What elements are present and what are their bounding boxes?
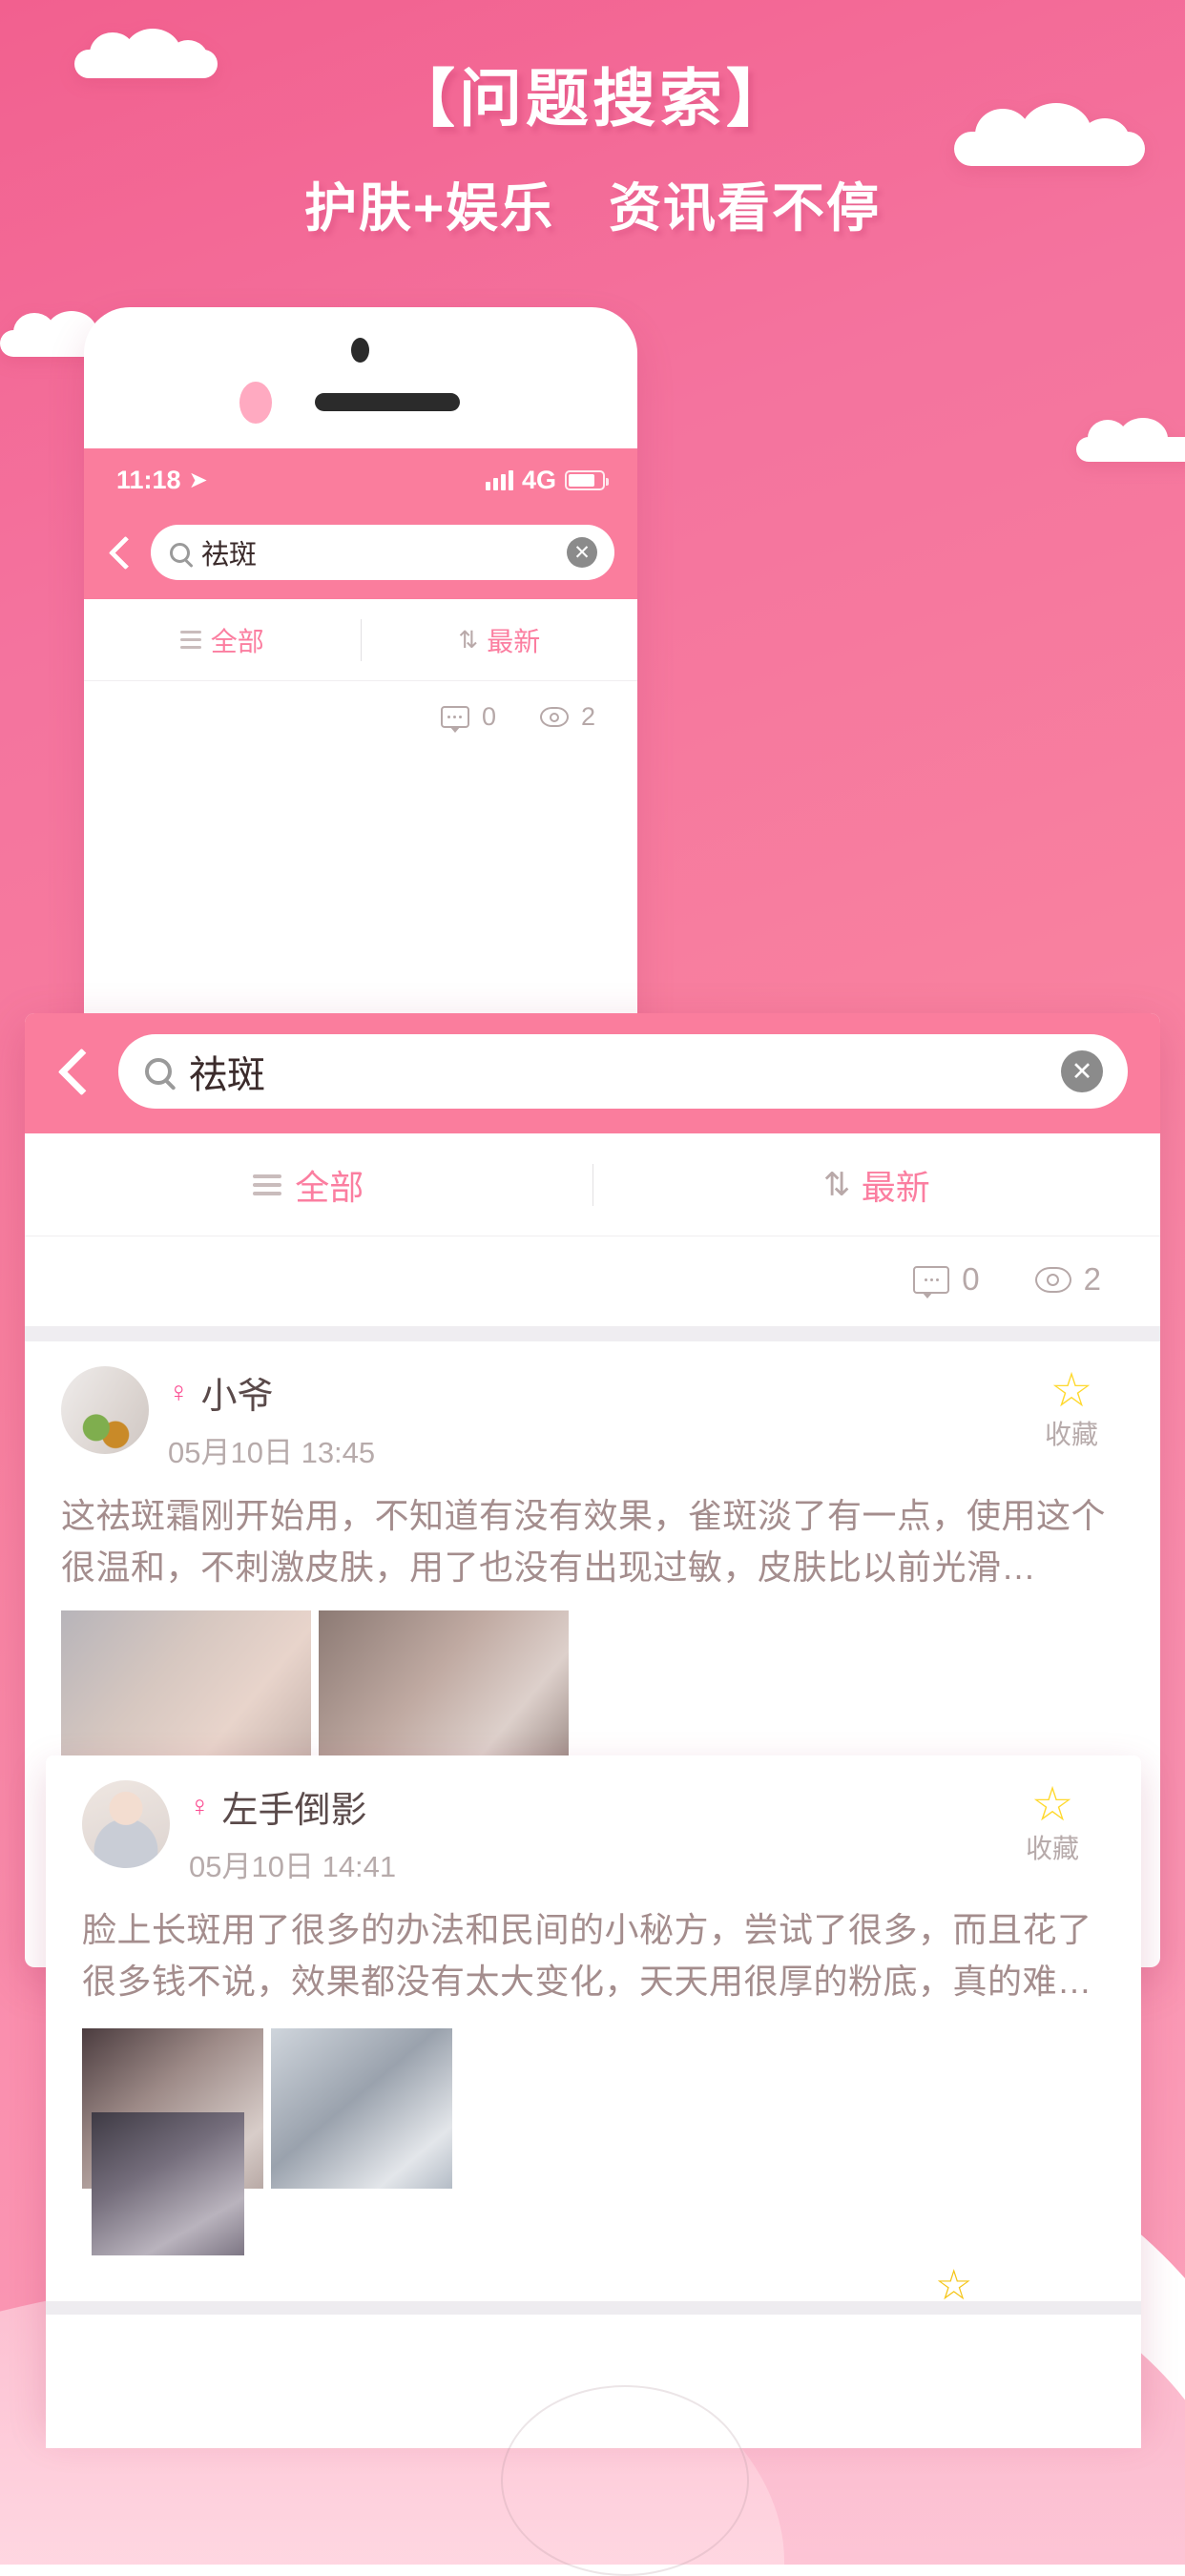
favorite-label: 收藏: [1044, 1420, 1098, 1449]
comment-count: 0: [481, 702, 496, 731]
eye-icon: [1034, 1266, 1071, 1293]
search-query-text: 祛斑: [201, 540, 258, 571]
decorative-circle: [501, 2385, 749, 2576]
post-stat-row-top: 0 2: [25, 1236, 1160, 1326]
back-chevron-icon[interactable]: [53, 1051, 94, 1091]
tab-all[interactable]: 全部: [25, 1160, 592, 1210]
post-thumbnail[interactable]: [92, 2112, 244, 2255]
clear-search-button[interactable]: ✕: [1061, 1050, 1103, 1092]
comment-count: 0: [962, 1261, 980, 1297]
post-username: 左手倒影: [221, 1791, 367, 1831]
view-count: 2: [580, 702, 595, 731]
post-header: ♀ 左手倒影 05月10日 14:41 ☆ 收藏: [82, 1780, 1105, 1885]
sensor-dot-icon: [239, 382, 272, 424]
post-meta: ♀ 小爷 05月10日 13:45: [168, 1366, 1000, 1471]
clear-search-button[interactable]: ✕: [567, 537, 597, 568]
search-icon: [170, 542, 190, 563]
avatar[interactable]: [82, 1780, 170, 1868]
tab-newest-label: 最新: [861, 1167, 930, 1207]
favorite-button[interactable]: ☆ 收藏: [1019, 1366, 1124, 1452]
view-stat: 2: [539, 702, 595, 732]
tab-newest[interactable]: ⇅ 最新: [593, 1160, 1161, 1210]
phone-top-bezel: [84, 307, 637, 448]
status-bar: 11:18 ➤ 4G: [84, 448, 637, 511]
favorite-label: 收藏: [1025, 1834, 1079, 1863]
sort-icon: ⇅: [822, 1166, 851, 1203]
tab-all-label: 全部: [295, 1167, 364, 1207]
network-label: 4G: [521, 465, 556, 494]
comment-icon: [440, 706, 469, 733]
post-thumbnails: [82, 2028, 1105, 2255]
bottom-section-divider: [46, 2301, 1141, 2315]
comment-stat: 0: [440, 702, 496, 733]
tab-newest[interactable]: ⇅ 最新: [362, 621, 638, 659]
search-input[interactable]: 祛斑 ✕: [118, 1034, 1128, 1109]
post-date: 05月10日 13:45: [168, 1436, 376, 1469]
page-title: 【问题搜索】: [392, 63, 793, 134]
post-date: 05月10日 14:41: [189, 1850, 397, 1883]
female-icon: ♀: [189, 1790, 211, 1822]
post-thumbnail[interactable]: [61, 1610, 311, 1763]
post-thumbnail[interactable]: [319, 1610, 569, 1763]
post-username: 小爷: [200, 1377, 274, 1417]
star-icon: ☆: [1050, 1363, 1093, 1417]
post-thumbnails: [61, 1610, 1124, 1763]
star-icon: ☆: [935, 2262, 973, 2309]
post-header: ♀ 小爷 05月10日 13:45 ☆ 收藏: [61, 1366, 1124, 1471]
page-subtitle: 护肤+娱乐 资讯看不停: [303, 177, 882, 238]
post-body: 脸上长斑用了很多的办法和民间的小秘方，尝试了很多，而且花了很多钱不说，效果都没有…: [82, 1910, 1092, 2001]
search-icon: [145, 1058, 172, 1085]
female-icon: ♀: [168, 1376, 190, 1408]
tab-all[interactable]: 全部: [84, 621, 361, 659]
battery-icon: [565, 469, 609, 490]
sort-icon: ⇅: [458, 626, 479, 654]
view-stat: 2: [1034, 1261, 1101, 1298]
list-icon: [179, 631, 201, 649]
phone-stat-row: 0 2: [84, 681, 637, 755]
eye-icon: [539, 707, 569, 727]
list-item[interactable]: ♀ 小爷 05月10日 13:45 ☆ 收藏 这祛斑霜刚开始用，不知道有没有效果…: [25, 1341, 1160, 1763]
search-input[interactable]: 祛斑 ✕: [151, 525, 614, 580]
avatar[interactable]: [61, 1366, 149, 1454]
filter-tabs: 全部 ⇅ 最新: [84, 599, 637, 681]
location-arrow-icon: ➤: [188, 467, 208, 493]
search-query-text: 祛斑: [189, 1054, 265, 1096]
favorite-button[interactable]: ☆ 收藏: [1000, 1780, 1105, 1866]
earpiece-speaker: [315, 393, 460, 411]
post-username-row: ♀ 左手倒影: [189, 1780, 981, 1833]
list-icon: [253, 1174, 282, 1195]
status-time: 11:18: [116, 465, 181, 494]
post-thumbnail[interactable]: [271, 2028, 452, 2189]
comment-stat: 0: [913, 1261, 980, 1298]
view-count: 2: [1083, 1261, 1101, 1297]
tab-all-label: 全部: [210, 626, 264, 656]
status-bar-left: 11:18 ➤: [116, 466, 208, 495]
filter-tabs: 全部 ⇅ 最新: [25, 1133, 1160, 1236]
cloud-icon-mid-right: [1076, 418, 1185, 462]
search-bar: 祛斑 ✕: [84, 511, 637, 599]
status-bar-right: 4G: [485, 465, 609, 495]
front-camera-icon: [351, 338, 369, 363]
section-divider: [25, 1326, 1160, 1341]
poster-headings: 【问题搜索】 护肤+娱乐 资讯看不停: [0, 59, 1185, 241]
front-search-bar: 祛斑 ✕: [25, 1013, 1160, 1133]
back-chevron-icon[interactable]: [105, 538, 134, 567]
tab-newest-label: 最新: [487, 626, 541, 656]
post-body: 这祛斑霜刚开始用，不知道有没有效果，雀斑淡了有一点，使用这个很温和，不刺激皮肤，…: [61, 1496, 1107, 1587]
post-meta: ♀ 左手倒影 05月10日 14:41: [189, 1780, 981, 1885]
star-icon: ☆: [1030, 1777, 1074, 1831]
list-item[interactable]: ♀ 左手倒影 05月10日 14:41 ☆ 收藏 脸上长斑用了很多的办法和民间的…: [46, 1755, 1141, 2358]
signal-bars-icon: [485, 469, 513, 490]
post-username-row: ♀ 小爷: [168, 1366, 1000, 1419]
comment-icon: [913, 1265, 950, 1298]
